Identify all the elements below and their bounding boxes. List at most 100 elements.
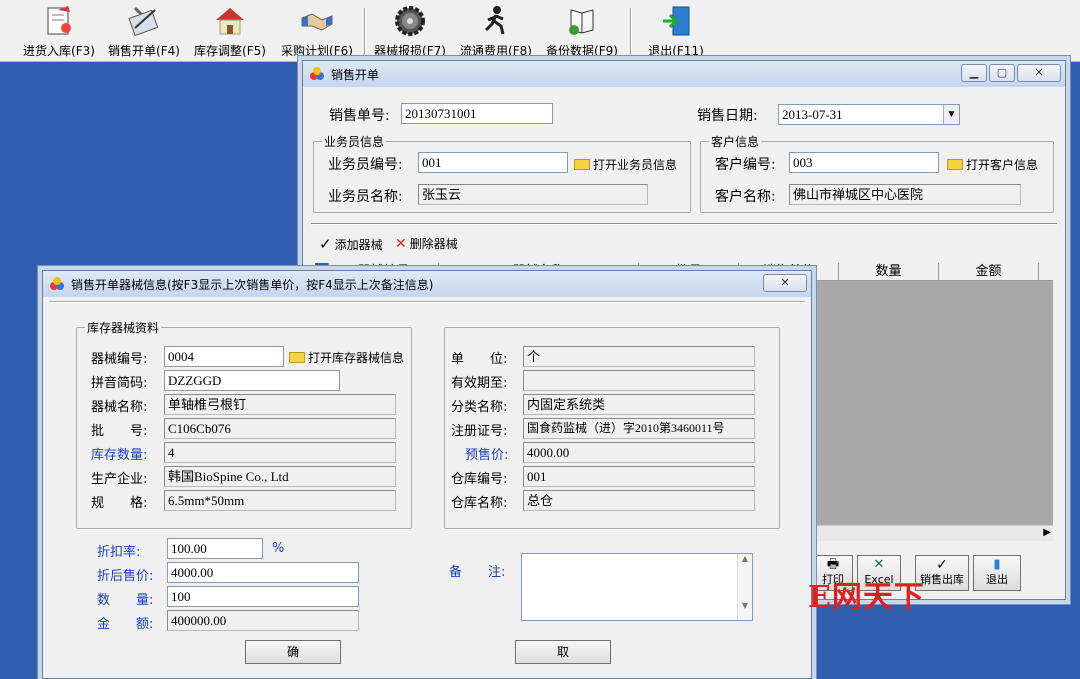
pinyin-label: 拼音简码: — [91, 376, 148, 391]
qty-label: 数 量: — [97, 593, 154, 608]
scroll-right-icon[interactable]: ▶ — [1043, 527, 1051, 538]
exit-button[interactable]: ▮ 退出 — [973, 555, 1021, 591]
app-icon — [50, 277, 64, 290]
date-label: 销售日期: — [697, 108, 758, 124]
toolbar-label: 器械报损(F7) — [374, 44, 446, 58]
cancel-button[interactable]: 取 — [515, 640, 611, 664]
customer-id-label: 客户编号: — [715, 157, 776, 173]
stock-qty-field: 4 — [164, 442, 396, 463]
warehouse-no-label: 仓库编号: — [451, 472, 508, 487]
minimize-button[interactable]: ▁ — [961, 64, 987, 82]
reg-label: 注册证号: — [451, 424, 508, 439]
group-title: 客户信息 — [709, 133, 762, 150]
toolbar-stock-in-button[interactable]: 进货入库(F3) — [23, 4, 95, 60]
chevron-down-icon[interactable]: ▼ — [943, 105, 959, 124]
printer-icon: 🖶 — [826, 557, 840, 572]
preset-price-field: 4000.00 — [523, 442, 755, 463]
expire-field — [523, 370, 755, 391]
toolbar-stock-adjust-button[interactable]: 库存调整(F5) — [194, 4, 266, 60]
code-input[interactable]: 0004 — [164, 346, 284, 367]
folder-icon — [947, 159, 963, 170]
button-label: 退出 — [986, 573, 1008, 586]
sales-window-titlebar[interactable]: 销售开单 — [303, 61, 1065, 87]
stock-qty-label: 库存数量: — [91, 448, 148, 463]
house-icon — [216, 8, 244, 35]
name-field: 单轴椎弓根钉 — [164, 394, 396, 415]
expire-label: 有效期至: — [451, 376, 508, 391]
toolbar-damage-report-button[interactable]: 器械报损(F7) — [374, 4, 446, 60]
gear-icon — [395, 6, 425, 36]
toolbar-circulation-cost-button[interactable]: 流通费用(F8) — [460, 4, 532, 60]
item-info-dialog: 销售开单器械信息(按F3显示上次销售单价，按F4显示上次备注信息) ✕ 库存器械… — [42, 270, 812, 679]
toolbar-backup-button[interactable]: 备份数据(F9) — [546, 4, 618, 60]
divider — [49, 301, 805, 303]
close-button[interactable]: ✕ — [763, 274, 807, 292]
amount-label: 金 额: — [97, 617, 154, 632]
maker-field: 韩国BioSpine Co., Ltd — [164, 466, 396, 487]
remark-textarea[interactable] — [521, 553, 753, 621]
column-header[interactable]: 数量 — [839, 263, 939, 281]
salesman-name-field: 张玉云 — [418, 184, 648, 205]
window-title: 销售开单 — [331, 67, 380, 82]
toolbar-label: 库存调整(F5) — [194, 44, 266, 58]
toolbar-sales-order-button[interactable]: 销售开单(F4) — [108, 4, 180, 60]
column-header[interactable]: 金额 — [939, 263, 1039, 281]
open-customer-button[interactable]: 打开客户信息 — [947, 156, 1038, 173]
toolbar-label: 备份数据(F9) — [546, 44, 618, 58]
toolbar-label: 销售开单(F4) — [108, 44, 180, 58]
name-label: 器械名称: — [91, 400, 148, 415]
button-label: 删除器械 — [409, 237, 458, 251]
salesman-group: 业务员信息 业务员编号: 001 打开业务员信息 业务员名称: 张玉云 — [313, 133, 691, 213]
order-no-input[interactable]: 20130731001 — [401, 103, 553, 124]
ok-button[interactable]: 确 — [245, 640, 341, 664]
stock-info-group: 库存器械资料 器械编号: 0004 打开库存器械信息 拼音简码: DZZGGD … — [76, 319, 412, 529]
category-label: 分类名称: — [451, 400, 508, 415]
remark-scrollbar[interactable]: ▲ ▼ — [737, 554, 752, 620]
toolbar-separator — [364, 8, 366, 56]
customer-id-input[interactable]: 003 — [789, 152, 939, 173]
discount-price-input[interactable]: 4000.00 — [167, 562, 359, 583]
cross-icon: ✕ — [395, 235, 407, 252]
discount-input[interactable]: 100.00 — [167, 538, 263, 559]
pinyin-input[interactable]: DZZGGD — [164, 370, 340, 391]
book-backup-icon — [569, 9, 594, 35]
reg-field: 国食药监械（进）字2010第3460011号 — [523, 418, 755, 439]
group-title: 业务员信息 — [322, 133, 387, 150]
scroll-down-icon[interactable]: ▼ — [738, 601, 752, 610]
toolbar-label: 退出(F11) — [648, 44, 704, 58]
salesman-id-input[interactable]: 001 — [418, 152, 568, 173]
percent-label: % — [272, 541, 285, 556]
check-icon: ✓ — [936, 557, 948, 573]
exit-door-icon — [663, 6, 690, 36]
customer-group: 客户信息 客户编号: 003 打开客户信息 客户名称: 佛山市禅城区中心医院 — [700, 133, 1054, 213]
maximize-button[interactable]: ▢ — [989, 64, 1015, 82]
watermark: E网天下 — [808, 580, 925, 615]
add-item-button[interactable]: ✓ 添加器械 — [319, 235, 383, 253]
qty-input[interactable]: 100 — [167, 586, 359, 607]
open-stock-button[interactable]: 打开库存器械信息 — [289, 349, 404, 366]
app-icon — [310, 67, 324, 80]
excel-icon: ✕ — [873, 557, 885, 572]
discount-price-label: 折后售价: — [97, 569, 154, 584]
maker-label: 生产企业: — [91, 472, 148, 487]
toolbar-purchase-plan-button[interactable]: 采购计划(F6) — [280, 4, 354, 60]
toolbar-label: 采购计划(F6) — [281, 44, 353, 58]
order-no-label: 销售单号: — [329, 108, 390, 124]
item-dialog-titlebar[interactable]: 销售开单器械信息(按F3显示上次销售单价，按F4显示上次备注信息) — [43, 271, 811, 297]
scroll-up-icon[interactable]: ▲ — [738, 554, 752, 563]
stock-in-icon — [47, 6, 71, 35]
code-label: 器械编号: — [91, 352, 148, 367]
date-picker[interactable]: 2013-07-31 ▼ — [778, 104, 960, 125]
toolbar-exit-button[interactable]: 退出(F11) — [646, 4, 706, 60]
category-field: 内固定系统类 — [523, 394, 755, 415]
folder-icon — [289, 352, 305, 363]
button-label: 添加器械 — [334, 237, 383, 252]
delete-item-button[interactable]: ✕ 删除器械 — [395, 235, 458, 252]
close-button[interactable]: ✕ — [1017, 64, 1061, 82]
warehouse-no-field: 001 — [523, 466, 755, 487]
item-detail-group: 单 位: 个 有效期至: 分类名称: 内固定系统类 注册证号: 国食药监械（进）… — [444, 327, 780, 529]
open-salesman-button[interactable]: 打开业务员信息 — [574, 156, 677, 173]
window-title: 销售开单器械信息(按F3显示上次销售单价，按F4显示上次备注信息) — [71, 277, 434, 292]
amount-field: 400000.00 — [167, 610, 359, 631]
button-label: 打开业务员信息 — [593, 158, 678, 172]
